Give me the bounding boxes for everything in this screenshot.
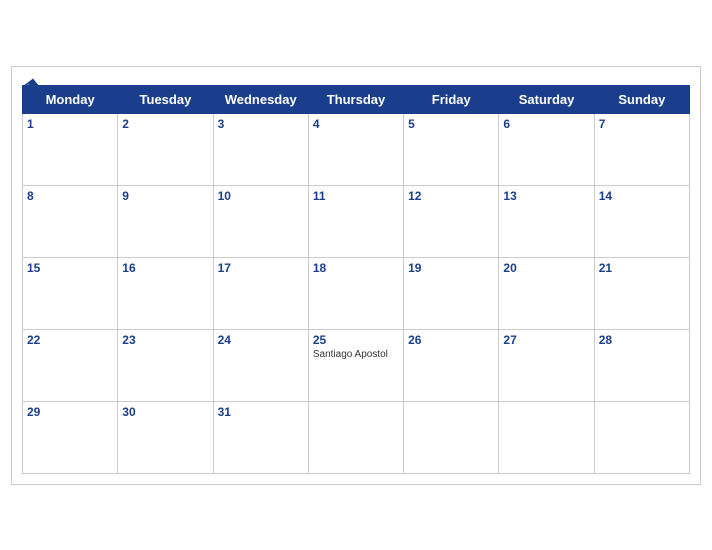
day-number: 1 — [27, 117, 113, 131]
col-tuesday: Tuesday — [118, 85, 213, 113]
calendar-cell: 15 — [23, 257, 118, 329]
day-number: 14 — [599, 189, 685, 203]
day-number: 25 — [313, 333, 399, 347]
calendar-cell: 12 — [404, 185, 499, 257]
calendar-cell: 2 — [118, 113, 213, 185]
col-thursday: Thursday — [308, 85, 403, 113]
calendar-cell — [594, 401, 689, 473]
day-number: 9 — [122, 189, 208, 203]
calendar-cell — [499, 401, 594, 473]
day-number: 12 — [408, 189, 494, 203]
calendar-grid: Monday Tuesday Wednesday Thursday Friday… — [22, 85, 690, 474]
calendar-cell: 27 — [499, 329, 594, 401]
day-number: 21 — [599, 261, 685, 275]
logo-area — [22, 77, 48, 99]
col-friday: Friday — [404, 85, 499, 113]
day-number: 6 — [503, 117, 589, 131]
event-label: Santiago Apostol — [313, 349, 399, 360]
calendar-week-4: 22 23 24 25 Santiago Apostol 26 27 28 — [23, 329, 690, 401]
calendar-cell: 20 — [499, 257, 594, 329]
day-number: 24 — [218, 333, 304, 347]
day-number: 29 — [27, 405, 113, 419]
calendar-cell: 30 — [118, 401, 213, 473]
calendar-cell: 14 — [594, 185, 689, 257]
calendar-cell: 3 — [213, 113, 308, 185]
day-number: 19 — [408, 261, 494, 275]
calendar-cell: 1 — [23, 113, 118, 185]
day-number: 11 — [313, 189, 399, 203]
day-number: 4 — [313, 117, 399, 131]
day-number: 13 — [503, 189, 589, 203]
calendar-cell: 5 — [404, 113, 499, 185]
calendar-cell: 24 — [213, 329, 308, 401]
day-number: 17 — [218, 261, 304, 275]
calendar-cell: 11 — [308, 185, 403, 257]
calendar-cell: 8 — [23, 185, 118, 257]
calendar-wrapper: Monday Tuesday Wednesday Thursday Friday… — [11, 66, 701, 485]
calendar-cell: 18 — [308, 257, 403, 329]
calendar-cell: 9 — [118, 185, 213, 257]
calendar-cell: 17 — [213, 257, 308, 329]
day-number: 18 — [313, 261, 399, 275]
calendar-cell: 4 — [308, 113, 403, 185]
calendar-body: 1234567891011121314151617181920212223242… — [23, 113, 690, 473]
calendar-cell — [308, 401, 403, 473]
calendar-cell: 31 — [213, 401, 308, 473]
calendar-cell: 29 — [23, 401, 118, 473]
day-number: 27 — [503, 333, 589, 347]
calendar-cell — [404, 401, 499, 473]
day-number: 23 — [122, 333, 208, 347]
day-number: 15 — [27, 261, 113, 275]
calendar-cell: 6 — [499, 113, 594, 185]
day-number: 26 — [408, 333, 494, 347]
day-number: 8 — [27, 189, 113, 203]
calendar-cell: 21 — [594, 257, 689, 329]
calendar-cell: 25 Santiago Apostol — [308, 329, 403, 401]
day-number: 31 — [218, 405, 304, 419]
day-number: 28 — [599, 333, 685, 347]
header-row: Monday Tuesday Wednesday Thursday Friday… — [23, 85, 690, 113]
day-number: 5 — [408, 117, 494, 131]
col-saturday: Saturday — [499, 85, 594, 113]
day-number: 20 — [503, 261, 589, 275]
calendar-week-5: 29 30 31 — [23, 401, 690, 473]
calendar-cell: 26 — [404, 329, 499, 401]
calendar-cell: 22 — [23, 329, 118, 401]
calendar-week-3: 15 16 17 18 19 20 21 — [23, 257, 690, 329]
calendar-week-2: 89 10 11 12 13 14 — [23, 185, 690, 257]
calendar-cell: 28 — [594, 329, 689, 401]
calendar-week-1: 1234567 — [23, 113, 690, 185]
logo-icon — [22, 77, 44, 99]
calendar-cell: 13 — [499, 185, 594, 257]
col-wednesday: Wednesday — [213, 85, 308, 113]
day-number: 10 — [218, 189, 304, 203]
day-number: 2 — [122, 117, 208, 131]
col-sunday: Sunday — [594, 85, 689, 113]
day-number: 16 — [122, 261, 208, 275]
calendar-cell: 16 — [118, 257, 213, 329]
calendar-cell: 19 — [404, 257, 499, 329]
day-number: 30 — [122, 405, 208, 419]
day-number: 3 — [218, 117, 304, 131]
calendar-cell: 7 — [594, 113, 689, 185]
calendar-cell: 23 — [118, 329, 213, 401]
calendar-cell: 10 — [213, 185, 308, 257]
day-number: 22 — [27, 333, 113, 347]
day-number: 7 — [599, 117, 685, 131]
